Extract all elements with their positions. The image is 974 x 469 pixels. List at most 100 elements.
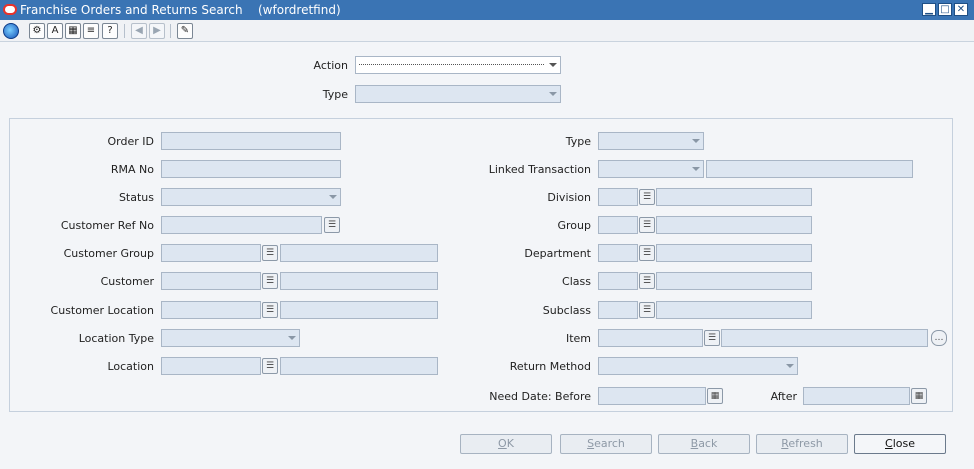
focus-indicator: [359, 64, 544, 65]
list-of-values-icon[interactable]: ☰: [704, 330, 720, 346]
group-label: Group: [557, 219, 592, 232]
spell-check-icon[interactable]: A: [47, 23, 63, 39]
item-field[interactable]: [598, 329, 703, 347]
notes-icon[interactable]: ≡: [83, 23, 99, 39]
list-of-values-icon[interactable]: ☰: [324, 217, 340, 233]
calculator-icon[interactable]: ▦: [65, 23, 81, 39]
chevron-down-icon: [549, 63, 557, 67]
subclass-label: Subclass: [542, 304, 591, 317]
list-of-values-icon[interactable]: ☰: [262, 273, 278, 289]
form-name: (wfordretfind): [258, 3, 341, 17]
order-type-label: Type: [565, 135, 591, 148]
subclass-field[interactable]: [598, 301, 638, 319]
list-of-values-icon[interactable]: ☰: [639, 302, 655, 318]
calendar-icon[interactable]: ▦: [707, 388, 723, 404]
toolbar: ⚙ A ▦ ≡ ? ◀ ▶ ✎: [0, 20, 974, 42]
close-label-rest: lose: [892, 437, 915, 450]
calendar-icon[interactable]: ▦: [911, 388, 927, 404]
list-of-values-icon[interactable]: ☰: [639, 245, 655, 261]
class-field[interactable]: [598, 272, 638, 290]
order-type-select[interactable]: [598, 132, 704, 150]
customer-description: [280, 272, 438, 290]
location-field[interactable]: [161, 357, 261, 375]
division-description: [656, 188, 812, 206]
maximize-button[interactable]: □: [938, 3, 952, 16]
linked-transaction-label: Linked Transaction: [488, 163, 591, 176]
chevron-down-icon: [692, 139, 700, 143]
location-type-select[interactable]: [161, 329, 300, 347]
oracle-logo-icon: [3, 4, 17, 15]
customer-ref-no-label: Customer Ref No: [60, 219, 154, 232]
linked-transaction-select[interactable]: [598, 160, 704, 178]
search-button[interactable]: Search: [560, 434, 652, 454]
chevron-down-icon: [549, 92, 557, 96]
ok-button[interactable]: OK: [460, 434, 552, 454]
customer-group-label: Customer Group: [63, 247, 154, 260]
type-select[interactable]: [355, 85, 561, 103]
list-of-values-icon[interactable]: ☰: [262, 245, 278, 261]
location-type-label: Location Type: [78, 332, 154, 345]
customer-group-description: [280, 244, 438, 262]
need-date-after-field[interactable]: [803, 387, 910, 405]
toolbar-separator: [170, 24, 171, 38]
class-label: Class: [562, 275, 591, 288]
return-method-select[interactable]: [598, 357, 798, 375]
refresh-button[interactable]: Refresh: [756, 434, 848, 454]
ok-mnemonic: O: [498, 437, 507, 450]
order-id-label: Order ID: [107, 135, 154, 148]
close-button[interactable]: Close: [854, 434, 946, 454]
help-question-icon[interactable]: ?: [102, 23, 118, 39]
list-of-values-icon[interactable]: ☰: [262, 302, 278, 318]
department-label: Department: [524, 247, 591, 260]
status-select[interactable]: [161, 188, 341, 206]
chevron-down-icon: [786, 364, 794, 368]
group-description: [656, 216, 812, 234]
previous-record-icon[interactable]: ◀: [131, 23, 147, 39]
chat-bubble-icon[interactable]: …: [931, 330, 947, 346]
ok-label-rest: K: [506, 437, 514, 450]
need-date-before-field[interactable]: [598, 387, 706, 405]
subclass-description: [656, 301, 812, 319]
item-description: [721, 329, 928, 347]
rma-no-label: RMA No: [110, 163, 154, 176]
refresh-label-rest: efresh: [788, 437, 823, 450]
department-field[interactable]: [598, 244, 638, 262]
customer-label: Customer: [100, 275, 154, 288]
division-label: Division: [547, 191, 591, 204]
list-of-values-icon[interactable]: ☰: [639, 189, 655, 205]
return-method-label: Return Method: [509, 360, 591, 373]
rma-no-field[interactable]: [161, 160, 341, 178]
type-label: Type: [322, 88, 348, 101]
action-select[interactable]: [355, 56, 561, 74]
list-of-values-icon[interactable]: ☰: [639, 217, 655, 233]
customer-group-field[interactable]: [161, 244, 261, 262]
customer-location-field[interactable]: [161, 301, 261, 319]
list-of-values-icon[interactable]: ☰: [639, 273, 655, 289]
chevron-down-icon: [692, 167, 700, 171]
customer-ref-no-field[interactable]: [161, 216, 322, 234]
back-label-rest: ack: [698, 437, 718, 450]
customer-location-label: Customer Location: [50, 304, 154, 317]
list-of-values-icon[interactable]: ☰: [262, 358, 278, 374]
edit-icon[interactable]: ✎: [177, 23, 193, 39]
item-label: Item: [565, 332, 591, 345]
close-window-button[interactable]: ✕: [954, 3, 968, 16]
minimize-button[interactable]: ▁: [922, 3, 936, 16]
globe-icon[interactable]: [3, 23, 19, 39]
division-field[interactable]: [598, 188, 638, 206]
back-button[interactable]: Back: [658, 434, 750, 454]
location-label: Location: [107, 360, 154, 373]
need-date-before-label: Need Date: Before: [489, 390, 591, 403]
group-field[interactable]: [598, 216, 638, 234]
after-label: After: [770, 390, 797, 403]
window-title: Franchise Orders and Returns Search: [20, 3, 243, 17]
order-id-field[interactable]: [161, 132, 341, 150]
customer-location-description: [280, 301, 438, 319]
next-record-icon[interactable]: ▶: [149, 23, 165, 39]
customer-field[interactable]: [161, 272, 261, 290]
window-title-bar: Franchise Orders and Returns Search (wfo…: [0, 0, 974, 20]
action-label: Action: [313, 59, 348, 72]
help-icon[interactable]: ⚙: [29, 23, 45, 39]
search-label-rest: earch: [594, 437, 625, 450]
linked-transaction-field[interactable]: [706, 160, 913, 178]
